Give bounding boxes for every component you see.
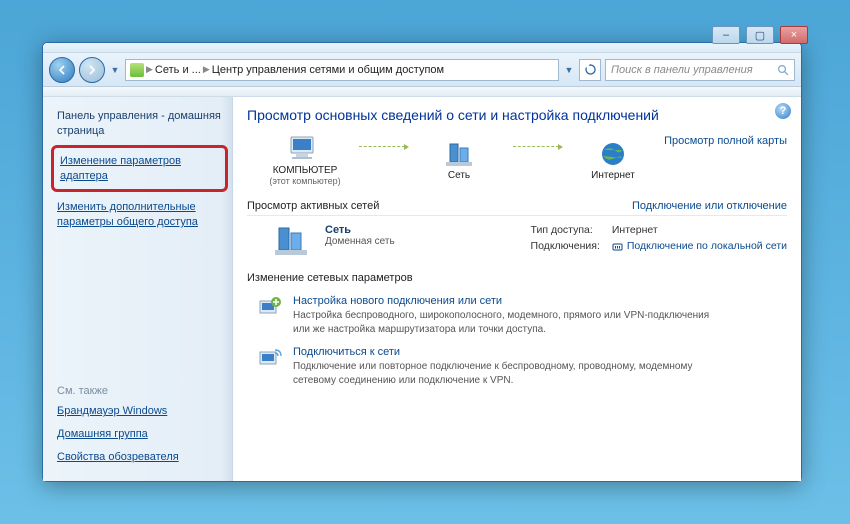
new-connection-icon (257, 295, 283, 319)
close-button[interactable]: × (780, 26, 808, 44)
minimize-glyph: – (723, 29, 729, 41)
maximize-glyph: ▢ (755, 29, 765, 42)
network-map: КОМПЬЮТЕР (этот компьютер) Сеть (247, 135, 787, 186)
nav-history-dropdown[interactable]: ▼ (109, 58, 121, 82)
chevron-right-icon: ▶ (146, 64, 153, 75)
firewall-link[interactable]: Брандмауэр Windows (57, 404, 222, 419)
change-settings-header: Изменение сетевых параметров (247, 272, 787, 287)
active-networks-header: Просмотр активных сетей Подключение или … (247, 200, 787, 216)
task-title: Подключиться к сети (293, 346, 713, 358)
network-center-icon (130, 63, 144, 77)
change-settings-list: Настройка нового подключения или сети На… (257, 295, 787, 387)
breadcrumb-item-1[interactable]: Сеть и ... (155, 64, 201, 76)
lan-connection-text: Подключение по локальной сети (627, 240, 787, 252)
breadcrumb-dropdown[interactable]: ▼ (563, 58, 575, 82)
page-title: Просмотр основных сведений о сети и наст… (247, 107, 787, 123)
map-node-network[interactable]: Сеть (413, 140, 505, 181)
search-icon (777, 64, 789, 76)
active-network-row: Сеть Доменная сеть Тип доступа: Интернет… (275, 224, 787, 258)
access-type-label: Тип доступа: (531, 224, 600, 236)
section-title: Изменение сетевых параметров (247, 272, 413, 284)
control-panel-home-link[interactable]: Панель управления - домашняя страница (57, 109, 222, 139)
connect-to-network-item[interactable]: Подключиться к сети Подключение или повт… (257, 346, 787, 387)
breadcrumb-item-2[interactable]: Центр управления сетями и общим доступом (212, 64, 444, 76)
domain-network-icon (275, 224, 311, 258)
map-connector (513, 146, 559, 147)
map-connector (359, 146, 405, 147)
nav-back-button[interactable] (49, 57, 75, 83)
highlight-annotation: Изменение параметров адаптера (51, 145, 228, 193)
access-type-value: Интернет (612, 224, 787, 236)
maximize-button[interactable]: ▢ (746, 26, 774, 44)
toolbar-strip (43, 87, 801, 97)
internet-options-link[interactable]: Свойства обозревателя (57, 450, 222, 465)
map-node-computer[interactable]: КОМПЬЮТЕР (этот компьютер) (259, 135, 351, 186)
minimize-button[interactable]: – (712, 26, 740, 44)
breadcrumb[interactable]: ▶ Сеть и ... ▶ Центр управления сетями и… (125, 59, 559, 81)
sidebar: Панель управления - домашняя страница Из… (43, 97, 233, 481)
task-description: Подключение или повторное подключение к … (293, 360, 713, 387)
map-node-label: Интернет (591, 170, 635, 181)
main-content: ? Просмотр основных сведений о сети и на… (233, 97, 801, 481)
view-full-map-link[interactable]: Просмотр полной карты (664, 135, 787, 147)
change-adapter-link[interactable]: Изменение параметров адаптера (60, 154, 219, 184)
section-title: Просмотр активных сетей (247, 200, 379, 212)
computer-icon (288, 135, 322, 165)
chevron-right-icon: ▶ (203, 64, 210, 75)
connections-label: Подключения: (531, 240, 600, 252)
task-description: Настройка беспроводного, широкополосного… (293, 309, 713, 336)
help-icon[interactable]: ? (775, 103, 791, 119)
map-node-label: Сеть (448, 170, 470, 181)
see-also-label: См. также (57, 385, 222, 397)
refresh-button[interactable] (579, 59, 601, 81)
address-bar: ▼ ▶ Сеть и ... ▶ Центр управления сетями… (43, 53, 801, 87)
titlebar (43, 43, 801, 53)
nav-forward-button[interactable] (79, 57, 105, 83)
network-type: Доменная сеть (325, 236, 395, 247)
map-node-sublabel: (этот компьютер) (269, 176, 340, 186)
network-info[interactable]: Сеть Доменная сеть (325, 224, 395, 247)
control-panel-window: ▼ ▶ Сеть и ... ▶ Центр управления сетями… (42, 42, 802, 482)
close-glyph: × (791, 29, 797, 41)
ethernet-icon (612, 241, 623, 252)
task-title: Настройка нового подключения или сети (293, 295, 713, 307)
globe-icon (598, 140, 628, 170)
search-placeholder: Поиск в панели управления (611, 64, 753, 76)
advanced-sharing-link[interactable]: Изменить дополнительные параметры общего… (57, 200, 222, 230)
connect-network-icon (257, 346, 283, 370)
map-node-label: КОМПЬЮТЕР (273, 165, 338, 176)
lan-connection-link[interactable]: Подключение по локальной сети (612, 240, 787, 252)
map-node-internet[interactable]: Интернет (567, 140, 659, 181)
search-input[interactable]: Поиск в панели управления (605, 59, 795, 81)
connect-disconnect-link[interactable]: Подключение или отключение (632, 200, 787, 212)
network-icon (444, 140, 474, 170)
network-name: Сеть (325, 224, 395, 236)
homegroup-link[interactable]: Домашняя группа (57, 427, 222, 442)
network-details: Тип доступа: Интернет Подключения: Подкл… (531, 224, 787, 252)
setup-new-connection-item[interactable]: Настройка нового подключения или сети На… (257, 295, 787, 336)
